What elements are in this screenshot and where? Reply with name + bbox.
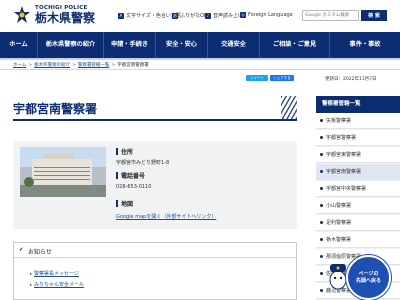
- global-nav: ホーム 栃木県警察の紹介 申請・手続き 安全・安心 交通安全 ご相談・ご意見 事…: [0, 32, 400, 58]
- google-map-link[interactable]: Google mapを開く（外部サイトへリンク）: [116, 213, 216, 220]
- nav-about[interactable]: 栃木県警察の紹介: [38, 32, 104, 58]
- tweet-button[interactable]: ツイート: [246, 75, 268, 81]
- station-photo: [20, 147, 106, 197]
- globe-icon: ◎: [240, 12, 246, 18]
- breadcrumb-home[interactable]: ホーム: [13, 63, 26, 68]
- phone-label: 電話番号: [116, 171, 145, 180]
- address-label: 住所: [116, 147, 133, 156]
- notice-title: お知らせ: [28, 249, 52, 256]
- page-title: 宇都宮南警察署: [13, 102, 98, 116]
- site-header: TOCHIGI POLICE 栃木県警察 A 文字サイズ・色合い変更 あ ふりが…: [0, 0, 400, 32]
- breadcrumb-current: 宇都宮南警察署: [117, 63, 149, 68]
- back-to-top-button[interactable]: ページの 先頭へ戻る: [346, 255, 391, 300]
- nav-safety[interactable]: 安全・安心: [156, 32, 208, 58]
- title-stripe-decoration: [281, 96, 297, 119]
- check-icon: ✔: [19, 247, 24, 253]
- address-value: 宇都宮市みどり野町1-8: [116, 160, 170, 166]
- notice-header: ✔ お知らせ: [14, 243, 296, 258]
- sidebar-title[interactable]: 警察署管轄一覧: [316, 96, 400, 113]
- map-label: 地図: [116, 199, 133, 208]
- facebook-share-button[interactable]: シェアする: [270, 75, 294, 81]
- phone-value: 028-653-0110: [116, 184, 152, 190]
- police-emblem-icon: [14, 6, 30, 23]
- logo-title[interactable]: 栃木県警察: [35, 11, 95, 25]
- back-to-top-label: ページの 先頭へ戻る: [355, 271, 381, 284]
- furigana-link[interactable]: あ ふりがなON: [172, 12, 208, 19]
- search-button[interactable]: 検 索: [361, 10, 387, 21]
- speaker-icon: ♪: [205, 12, 211, 19]
- nav-incidents[interactable]: 事件・事故: [330, 32, 400, 58]
- furigana-icon: あ: [172, 12, 178, 19]
- sidebar-item-oyama[interactable]: 小山警察署: [316, 198, 400, 214]
- breadcrumb-stations[interactable]: 警察署管轄一覧: [78, 63, 110, 68]
- sidebar-item-ashikaga[interactable]: 足利警察署: [316, 215, 400, 231]
- search-input[interactable]: [302, 10, 359, 21]
- text-size-icon: A: [118, 12, 124, 19]
- page-title-box: 宇都宮南警察署: [13, 96, 297, 121]
- speech-link[interactable]: ♪ 音声読み上げ: [205, 12, 243, 19]
- nav-applications[interactable]: 申請・手続き: [104, 32, 156, 58]
- sidebar-item-utsunomiya-central[interactable]: 宇都宮中央警察署: [316, 181, 400, 197]
- sidebar-item-utsunomiya-east[interactable]: 宇都宮東警察署: [316, 147, 400, 163]
- notice-panel: ✔ お知らせ 警察署長メッセージ みりちゃん安全メール: [13, 242, 297, 300]
- station-info-box: 住所 宇都宮市みどり野町1-8 電話番号 028-653-0110 地図 Goo…: [13, 141, 297, 229]
- nav-divider: [0, 58, 400, 60]
- breadcrumb-about[interactable]: 栃木県警察の紹介: [34, 63, 70, 68]
- notice-item-chief-message[interactable]: 警察署長メッセージ: [30, 270, 79, 277]
- notice-item-safety-mail[interactable]: みりちゃん安全メール: [30, 281, 84, 288]
- nav-consultation[interactable]: ご相談・ご意見: [260, 32, 330, 58]
- sidebar-item-utsunomiya-south[interactable]: 宇都宮南警察署: [316, 164, 400, 180]
- breadcrumb: ホーム > 栃木県警察の紹介 > 警察署管轄一覧 > 宇都宮南警察署: [13, 63, 149, 68]
- foreign-language-link[interactable]: ◎ Foreign Language: [240, 12, 293, 18]
- sidebar-item-utsunomiya[interactable]: 宇都宮警察署: [316, 130, 400, 146]
- sidebar-item-yaita[interactable]: 矢板警察署: [316, 113, 400, 129]
- breadcrumb-divider: [0, 69, 400, 70]
- updated-date: 更新日：2022年11月7日: [325, 77, 377, 82]
- nav-traffic[interactable]: 交通安全: [208, 32, 260, 58]
- sidebar-item-tochigi[interactable]: 栃木警察署: [316, 232, 400, 248]
- nav-home[interactable]: ホーム: [0, 32, 38, 58]
